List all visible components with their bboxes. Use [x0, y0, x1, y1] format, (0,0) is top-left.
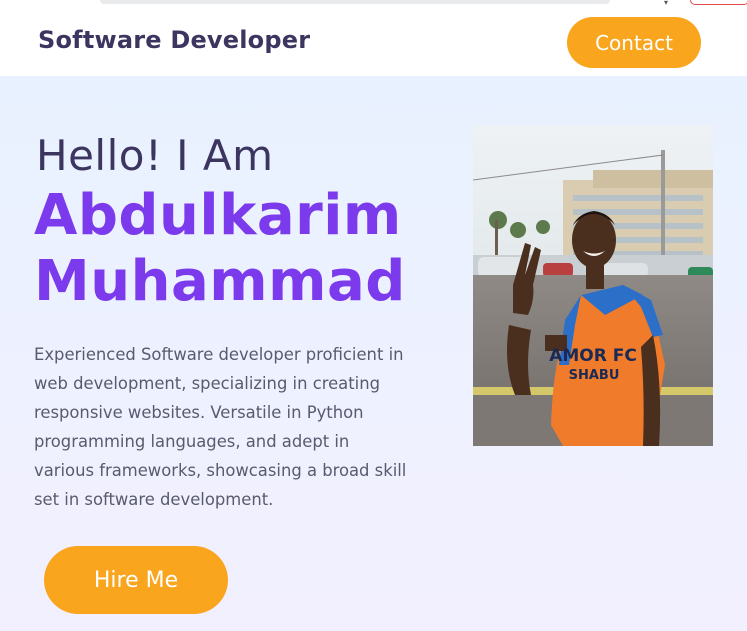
hero-name-first: Abdulkarim — [34, 183, 402, 248]
jersey-text-line1: AMOR FC — [549, 346, 637, 366]
navbar: Software Developer Contact — [0, 8, 747, 76]
address-bar[interactable] — [100, 0, 610, 4]
hire-me-button[interactable]: Hire Me — [44, 546, 228, 614]
site-brand[interactable]: Software Developer — [38, 26, 310, 54]
jersey-text-line2: SHABU — [569, 368, 620, 383]
hero-name-last: Muhammad — [34, 249, 406, 314]
hero-section: Hello! I Am Abdulkarim Muhammad Experien… — [0, 76, 747, 631]
profile-photo: AMOR FC SHABU — [473, 125, 713, 446]
hero-greeting: Hello! I Am — [36, 131, 274, 180]
browser-chrome-edge: ▾ — [0, 0, 747, 8]
browser-tab[interactable] — [690, 0, 747, 5]
chevron-down-icon[interactable]: ▾ — [664, 0, 668, 7]
contact-button[interactable]: Contact — [567, 17, 701, 68]
hero-bio: Experienced Software developer proficien… — [34, 345, 407, 509]
